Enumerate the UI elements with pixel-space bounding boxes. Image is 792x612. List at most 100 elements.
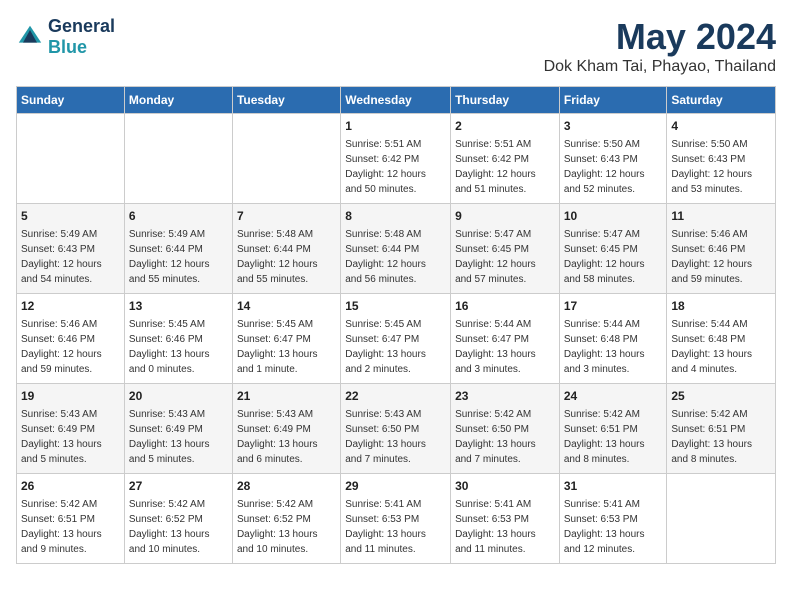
day-number: 5 xyxy=(21,208,120,225)
page-header: General Blue May 2024 Dok Kham Tai, Phay… xyxy=(16,16,776,76)
calendar-cell: 28 Sunrise: 5:42 AM Sunset: 6:52 PM Dayli… xyxy=(232,474,340,564)
calendar-cell: 26Sunrise: 5:42 AM Sunset: 6:51 PM Dayli… xyxy=(17,474,125,564)
day-number: 22 xyxy=(345,388,446,405)
day-number: 8 xyxy=(345,208,446,225)
calendar-cell: 9 Sunrise: 5:47 AM Sunset: 6:45 PM Daylig… xyxy=(451,204,560,294)
day-number: 30 xyxy=(455,478,555,495)
weekday-header-saturday: Saturday xyxy=(667,87,776,114)
day-info: Sunrise: 5:46 AM Sunset: 6:46 PM Dayligh… xyxy=(671,229,752,285)
calendar-cell: 29 Sunrise: 5:41 AM Sunset: 6:53 PM Dayli… xyxy=(341,474,451,564)
day-number: 24 xyxy=(564,388,663,405)
calendar-cell xyxy=(17,114,125,204)
day-number: 12 xyxy=(21,298,120,315)
day-number: 2 xyxy=(455,118,555,135)
weekday-header-sunday: Sunday xyxy=(17,87,125,114)
day-info: Sunrise: 5:50 AM Sunset: 6:43 PM Dayligh… xyxy=(671,139,752,195)
calendar-cell: 21 Sunrise: 5:43 AM Sunset: 6:49 PM Dayli… xyxy=(232,384,340,474)
day-number: 17 xyxy=(564,298,663,315)
day-info: Sunrise: 5:44 AM Sunset: 6:47 PM Dayligh… xyxy=(455,319,536,375)
day-number: 16 xyxy=(455,298,555,315)
weekday-header-row: SundayMondayTuesdayWednesdayThursdayFrid… xyxy=(17,87,776,114)
calendar-cell: 16 Sunrise: 5:44 AM Sunset: 6:47 PM Dayli… xyxy=(451,294,560,384)
calendar-cell: 12 Sunrise: 5:46 AM Sunset: 6:46 PM Dayli… xyxy=(17,294,125,384)
day-number: 21 xyxy=(237,388,336,405)
calendar-table: SundayMondayTuesdayWednesdayThursdayFrid… xyxy=(16,86,776,564)
calendar-cell: 1Sunrise: 5:51 AM Sunset: 6:42 PM Daylig… xyxy=(341,114,451,204)
calendar-cell: 19Sunrise: 5:43 AM Sunset: 6:49 PM Dayli… xyxy=(17,384,125,474)
location-title: Dok Kham Tai, Phayao, Thailand xyxy=(544,58,776,76)
day-number: 9 xyxy=(455,208,555,225)
calendar-week-3: 12 Sunrise: 5:46 AM Sunset: 6:46 PM Dayli… xyxy=(17,294,776,384)
day-number: 23 xyxy=(455,388,555,405)
calendar-cell: 27Sunrise: 5:42 AM Sunset: 6:52 PM Dayli… xyxy=(124,474,232,564)
day-info: Sunrise: 5:45 AM Sunset: 6:47 PM Dayligh… xyxy=(345,319,426,375)
calendar-cell: 4Sunrise: 5:50 AM Sunset: 6:43 PM Daylig… xyxy=(667,114,776,204)
calendar-cell: 20 Sunrise: 5:43 AM Sunset: 6:49 PM Dayli… xyxy=(124,384,232,474)
calendar-week-1: 1Sunrise: 5:51 AM Sunset: 6:42 PM Daylig… xyxy=(17,114,776,204)
weekday-header-monday: Monday xyxy=(124,87,232,114)
calendar-cell: 8Sunrise: 5:48 AM Sunset: 6:44 PM Daylig… xyxy=(341,204,451,294)
calendar-cell: 15 Sunrise: 5:45 AM Sunset: 6:47 PM Dayli… xyxy=(341,294,451,384)
day-number: 20 xyxy=(129,388,228,405)
day-info: Sunrise: 5:43 AM Sunset: 6:49 PM Dayligh… xyxy=(237,409,318,465)
day-info: Sunrise: 5:49 AM Sunset: 6:43 PM Dayligh… xyxy=(21,229,102,285)
day-number: 13 xyxy=(129,298,228,315)
calendar-cell xyxy=(667,474,776,564)
day-number: 31 xyxy=(564,478,663,495)
calendar-cell: 7 Sunrise: 5:48 AM Sunset: 6:44 PM Daylig… xyxy=(232,204,340,294)
day-info: Sunrise: 5:41 AM Sunset: 6:53 PM Dayligh… xyxy=(455,499,536,555)
calendar-cell: 31 Sunrise: 5:41 AM Sunset: 6:53 PM Dayli… xyxy=(559,474,667,564)
calendar-cell: 5 Sunrise: 5:49 AM Sunset: 6:43 PM Daylig… xyxy=(17,204,125,294)
day-info: Sunrise: 5:46 AM Sunset: 6:46 PM Dayligh… xyxy=(21,319,102,375)
day-number: 6 xyxy=(129,208,228,225)
calendar-cell: 17 Sunrise: 5:44 AM Sunset: 6:48 PM Dayli… xyxy=(559,294,667,384)
day-number: 29 xyxy=(345,478,446,495)
day-info: Sunrise: 5:48 AM Sunset: 6:44 PM Dayligh… xyxy=(237,229,318,285)
logo-icon xyxy=(16,23,44,51)
calendar-week-4: 19Sunrise: 5:43 AM Sunset: 6:49 PM Dayli… xyxy=(17,384,776,474)
calendar-cell xyxy=(232,114,340,204)
day-number: 3 xyxy=(564,118,663,135)
day-info: Sunrise: 5:43 AM Sunset: 6:49 PM Dayligh… xyxy=(129,409,210,465)
day-number: 7 xyxy=(237,208,336,225)
day-info: Sunrise: 5:47 AM Sunset: 6:45 PM Dayligh… xyxy=(564,229,645,285)
calendar-cell: 22 Sunrise: 5:43 AM Sunset: 6:50 PM Dayli… xyxy=(341,384,451,474)
calendar-cell: 18 Sunrise: 5:44 AM Sunset: 6:48 PM Dayli… xyxy=(667,294,776,384)
day-info: Sunrise: 5:45 AM Sunset: 6:46 PM Dayligh… xyxy=(129,319,210,375)
day-number: 25 xyxy=(671,388,771,405)
calendar-cell: 23 Sunrise: 5:42 AM Sunset: 6:50 PM Dayli… xyxy=(451,384,560,474)
day-info: Sunrise: 5:42 AM Sunset: 6:52 PM Dayligh… xyxy=(237,499,318,555)
calendar-cell: 10 Sunrise: 5:47 AM Sunset: 6:45 PM Dayli… xyxy=(559,204,667,294)
calendar-cell xyxy=(124,114,232,204)
day-info: Sunrise: 5:44 AM Sunset: 6:48 PM Dayligh… xyxy=(564,319,645,375)
calendar-week-5: 26Sunrise: 5:42 AM Sunset: 6:51 PM Dayli… xyxy=(17,474,776,564)
title-block: May 2024 Dok Kham Tai, Phayao, Thailand xyxy=(544,16,776,76)
day-info: Sunrise: 5:51 AM Sunset: 6:42 PM Dayligh… xyxy=(455,139,536,195)
day-number: 28 xyxy=(237,478,336,495)
weekday-header-thursday: Thursday xyxy=(451,87,560,114)
day-info: Sunrise: 5:43 AM Sunset: 6:50 PM Dayligh… xyxy=(345,409,426,465)
month-title: May 2024 xyxy=(544,16,776,58)
day-info: Sunrise: 5:43 AM Sunset: 6:49 PM Dayligh… xyxy=(21,409,102,465)
calendar-cell: 13 Sunrise: 5:45 AM Sunset: 6:46 PM Dayli… xyxy=(124,294,232,384)
day-number: 10 xyxy=(564,208,663,225)
day-info: Sunrise: 5:41 AM Sunset: 6:53 PM Dayligh… xyxy=(345,499,426,555)
calendar-cell: 2 Sunrise: 5:51 AM Sunset: 6:42 PM Daylig… xyxy=(451,114,560,204)
day-info: Sunrise: 5:42 AM Sunset: 6:51 PM Dayligh… xyxy=(564,409,645,465)
weekday-header-tuesday: Tuesday xyxy=(232,87,340,114)
day-number: 27 xyxy=(129,478,228,495)
day-info: Sunrise: 5:42 AM Sunset: 6:51 PM Dayligh… xyxy=(671,409,752,465)
day-info: Sunrise: 5:41 AM Sunset: 6:53 PM Dayligh… xyxy=(564,499,645,555)
day-info: Sunrise: 5:47 AM Sunset: 6:45 PM Dayligh… xyxy=(455,229,536,285)
logo-blue: Blue xyxy=(48,37,115,58)
day-info: Sunrise: 5:51 AM Sunset: 6:42 PM Dayligh… xyxy=(345,139,426,195)
calendar-week-2: 5 Sunrise: 5:49 AM Sunset: 6:43 PM Daylig… xyxy=(17,204,776,294)
day-number: 15 xyxy=(345,298,446,315)
calendar-cell: 30 Sunrise: 5:41 AM Sunset: 6:53 PM Dayli… xyxy=(451,474,560,564)
day-info: Sunrise: 5:49 AM Sunset: 6:44 PM Dayligh… xyxy=(129,229,210,285)
weekday-header-friday: Friday xyxy=(559,87,667,114)
day-info: Sunrise: 5:42 AM Sunset: 6:50 PM Dayligh… xyxy=(455,409,536,465)
day-info: Sunrise: 5:44 AM Sunset: 6:48 PM Dayligh… xyxy=(671,319,752,375)
calendar-cell: 6 Sunrise: 5:49 AM Sunset: 6:44 PM Daylig… xyxy=(124,204,232,294)
day-number: 18 xyxy=(671,298,771,315)
